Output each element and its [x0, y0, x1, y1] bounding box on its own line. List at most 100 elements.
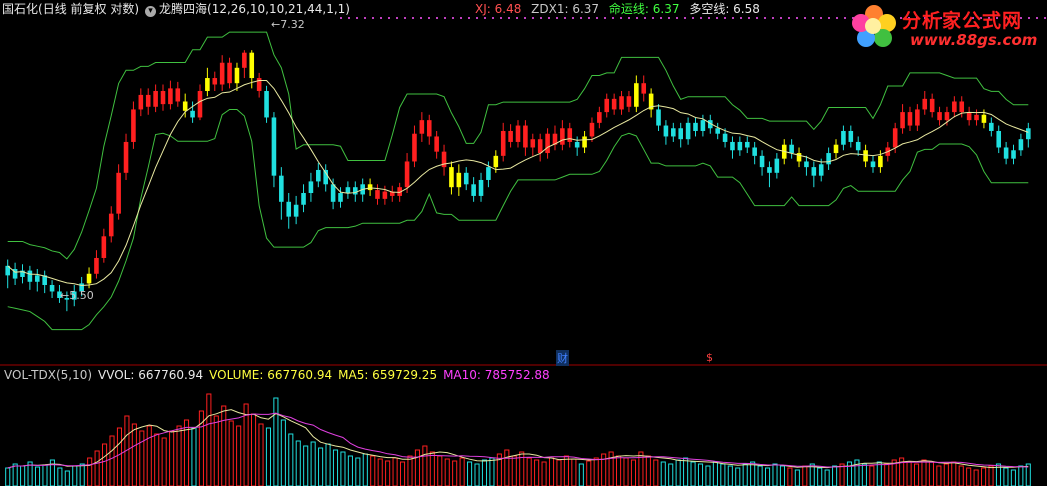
candle-body — [330, 184, 336, 202]
top-dot-marker — [404, 17, 406, 19]
volume-bar — [981, 467, 987, 486]
candle-body — [212, 78, 218, 85]
candle-body — [353, 187, 358, 195]
volume-bar — [623, 457, 629, 486]
volume-bar — [727, 465, 733, 486]
candle-body — [952, 101, 957, 113]
top-dot-marker — [724, 17, 726, 19]
volume-bar — [630, 459, 637, 486]
volume-bar — [79, 463, 85, 486]
volume-bar — [787, 467, 793, 486]
volume-bar — [318, 447, 324, 486]
top-dot-marker — [780, 17, 782, 19]
top-dot-marker — [524, 17, 526, 19]
candle-body — [138, 94, 144, 110]
candle-body — [530, 139, 536, 148]
candle-body — [752, 147, 757, 156]
candle-body — [774, 158, 780, 173]
finance-event-icon[interactable]: 财 — [556, 350, 569, 366]
candle-body — [693, 122, 698, 131]
candle-body — [1026, 128, 1031, 140]
candle-body — [833, 144, 839, 154]
volume-bar — [936, 465, 942, 486]
volume-bar — [705, 465, 711, 486]
low-price-marker: ←5.50 — [60, 289, 94, 302]
candle-body — [301, 193, 306, 205]
candle-body — [966, 112, 972, 121]
top-dot-marker — [380, 17, 382, 19]
chevron-down-icon[interactable]: ▾ — [145, 6, 157, 17]
candle-body — [153, 90, 158, 107]
candle-body — [1003, 147, 1009, 159]
top-dot-marker — [732, 17, 734, 19]
candle-body — [456, 172, 462, 188]
candle-body — [1018, 139, 1024, 151]
volume-ma5-line — [7, 409, 1029, 469]
dividend-event-icon[interactable]: $ — [706, 351, 713, 364]
volume-bar — [87, 457, 93, 486]
candle-body — [308, 181, 314, 194]
top-dot-marker — [580, 17, 582, 19]
candle-body — [382, 191, 388, 199]
candle-body — [316, 169, 321, 182]
top-dot-marker — [748, 17, 750, 19]
volume-bar — [541, 461, 547, 486]
candle-body — [545, 133, 550, 154]
top-dot-marker — [348, 17, 350, 19]
period-info[interactable]: (日线 前复权 对数) — [38, 2, 139, 16]
volume-bar — [429, 451, 435, 486]
volume-bar — [310, 441, 316, 486]
candle-body — [234, 67, 240, 84]
top-dot-marker — [572, 17, 574, 19]
volume-bar — [5, 467, 11, 486]
top-dot-marker — [516, 17, 518, 19]
volume-bar — [556, 459, 562, 486]
volume-bar — [973, 469, 979, 486]
top-dot-marker — [500, 17, 502, 19]
volume-bar — [794, 469, 800, 486]
volume-indicator-name[interactable]: VOL-TDX(5,10) — [4, 368, 92, 382]
volume-bar — [407, 455, 413, 486]
top-dot-marker — [356, 17, 358, 19]
candle-body — [574, 141, 580, 148]
long-short-line-value: 多空线: 6.58 — [689, 2, 760, 16]
top-dot-marker — [492, 17, 494, 19]
volume-bar — [377, 458, 383, 486]
candle-body — [671, 128, 676, 137]
candle-body — [929, 98, 935, 113]
volume-value: VOLUME: 667760.94 — [209, 368, 333, 382]
candle-body — [989, 122, 994, 131]
chart-canvas[interactable] — [0, 0, 1047, 486]
top-dot-marker — [660, 17, 662, 19]
volume-bar — [64, 470, 70, 486]
xj-value: XJ: 6.48 — [475, 2, 522, 16]
volume-bar — [943, 463, 949, 486]
candle-body — [108, 213, 114, 237]
volume-bar — [697, 463, 704, 486]
volume-bar — [765, 467, 771, 486]
stock-name[interactable]: 国石化 — [2, 2, 38, 16]
indicator-name[interactable]: 龙腾四海 — [159, 2, 207, 16]
volume-bar — [362, 453, 368, 486]
candle-body — [582, 136, 587, 148]
candle-body — [767, 167, 772, 173]
volume-bar — [452, 460, 458, 486]
candle-body — [589, 122, 595, 137]
candle-body — [626, 96, 632, 107]
top-dot-marker — [452, 17, 454, 19]
volume-bar — [355, 457, 361, 486]
volume-bar — [72, 465, 78, 486]
top-dot-marker — [484, 17, 486, 19]
candle-body — [271, 117, 277, 176]
top-dot-marker — [588, 17, 590, 19]
volume-bar — [347, 455, 353, 486]
candle-body — [722, 133, 728, 142]
candle-body — [811, 167, 817, 176]
volume-bar — [280, 419, 286, 486]
top-dot-marker — [828, 17, 830, 19]
band-lines — [7, 31, 1029, 331]
candle-body — [375, 190, 380, 199]
volume-bar — [720, 463, 726, 486]
top-dot-marker — [708, 17, 710, 19]
candle-body — [959, 101, 965, 113]
